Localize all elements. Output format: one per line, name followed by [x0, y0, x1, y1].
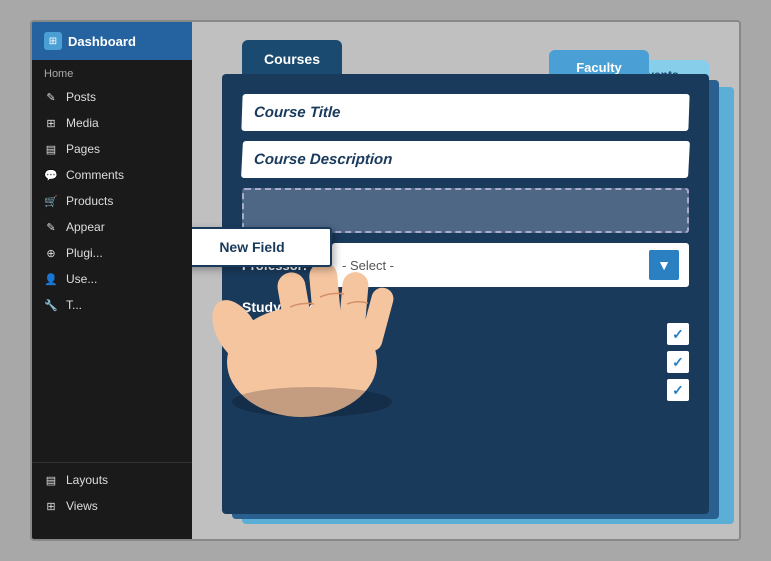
sidebar-item-media[interactable]: ⊞ Media	[32, 110, 192, 136]
checkbox-label-books: Books	[242, 327, 275, 341]
appearance-icon: ✎	[44, 220, 58, 234]
sidebar-bottom: ▤ Layouts ⊞ Views	[32, 458, 192, 519]
sidebar: ⊞ Dashboard Home ✎ Posts ⊞ Media ▤ Pages…	[32, 22, 192, 539]
checkbox-pens[interactable]: ✓	[667, 351, 689, 373]
pages-icon: ▤	[44, 142, 58, 156]
plugins-icon: ⊕	[44, 246, 58, 260]
sidebar-item-layouts[interactable]: ▤ Layouts	[32, 467, 192, 493]
sidebar-item-label: Plugi...	[66, 246, 103, 260]
sidebar-item-label: Comments	[66, 168, 124, 182]
new-field-card[interactable]: New Field	[192, 227, 332, 267]
sidebar-item-products[interactable]: 🛒 Products	[32, 188, 192, 214]
tab-courses[interactable]: Courses	[242, 40, 342, 78]
sidebar-item-label: Media	[66, 116, 99, 130]
sidebar-item-pages[interactable]: ▤ Pages	[32, 136, 192, 162]
dashboard-icon: ⊞	[44, 32, 62, 50]
sidebar-item-posts[interactable]: ✎ Posts	[32, 84, 192, 110]
tools-icon: 🔧	[44, 298, 58, 312]
sidebar-item-label: T...	[66, 298, 82, 312]
sidebar-item-label: Pages	[66, 142, 100, 156]
checkbox-row-pens: Pens ✓	[242, 351, 689, 373]
sidebar-item-comments[interactable]: 💬 Comments	[32, 162, 192, 188]
sidebar-item-label: Products	[66, 194, 113, 208]
study-material-label: Study Material	[242, 299, 689, 315]
sidebar-item-views[interactable]: ⊞ Views	[32, 493, 192, 519]
products-icon: 🛒	[44, 194, 58, 208]
select-arrow-icon: ▼	[649, 250, 679, 280]
sidebar-item-plugins[interactable]: ⊕ Plugi...	[32, 240, 192, 266]
sidebar-item-label: Use...	[66, 272, 97, 286]
sidebar-item-label: Layouts	[66, 473, 108, 487]
main-card: Course Title Course Description Professo…	[222, 74, 709, 514]
checkbox-laptop[interactable]: ✓	[667, 379, 689, 401]
home-label: Home	[32, 60, 192, 84]
posts-icon: ✎	[44, 90, 58, 104]
form-card-container: Events Faculty Courses Course Title Co	[232, 42, 729, 529]
users-icon: 👤	[44, 272, 58, 286]
sidebar-item-tools[interactable]: 🔧 T...	[32, 292, 192, 318]
checkbox-books[interactable]: ✓	[667, 323, 689, 345]
professor-select[interactable]: - Select - ▼	[332, 243, 689, 287]
checkbox-label-laptop: Laptop	[242, 383, 279, 397]
checkbox-label-pens: Pens	[242, 355, 269, 369]
media-icon: ⊞	[44, 116, 58, 130]
main-content: Events Faculty Courses Course Title Co	[192, 22, 739, 539]
comments-icon: 💬	[44, 168, 58, 182]
sidebar-item-appearance[interactable]: ✎ Appear	[32, 214, 192, 240]
checkbox-row-laptop: Laptop ✓	[242, 379, 689, 401]
professor-placeholder: - Select -	[342, 258, 394, 273]
sidebar-item-users[interactable]: 👤 Use...	[32, 266, 192, 292]
course-title-field[interactable]: Course Title	[241, 94, 689, 131]
sidebar-item-label: Posts	[66, 90, 96, 104]
course-description-field[interactable]: Course Description	[241, 141, 690, 178]
inner-frame: ⊞ Dashboard Home ✎ Posts ⊞ Media ▤ Pages…	[30, 20, 741, 541]
views-icon: ⊞	[44, 499, 58, 513]
screenshot-frame: ⊞ Dashboard Home ✎ Posts ⊞ Media ▤ Pages…	[0, 0, 771, 561]
sidebar-item-label: Views	[66, 499, 98, 513]
checkbox-row-books: Books ✓	[242, 323, 689, 345]
sidebar-title: Dashboard	[68, 34, 136, 49]
sidebar-item-label: Appear	[66, 220, 105, 234]
sidebar-header[interactable]: ⊞ Dashboard	[32, 22, 192, 60]
layouts-icon: ▤	[44, 473, 58, 487]
